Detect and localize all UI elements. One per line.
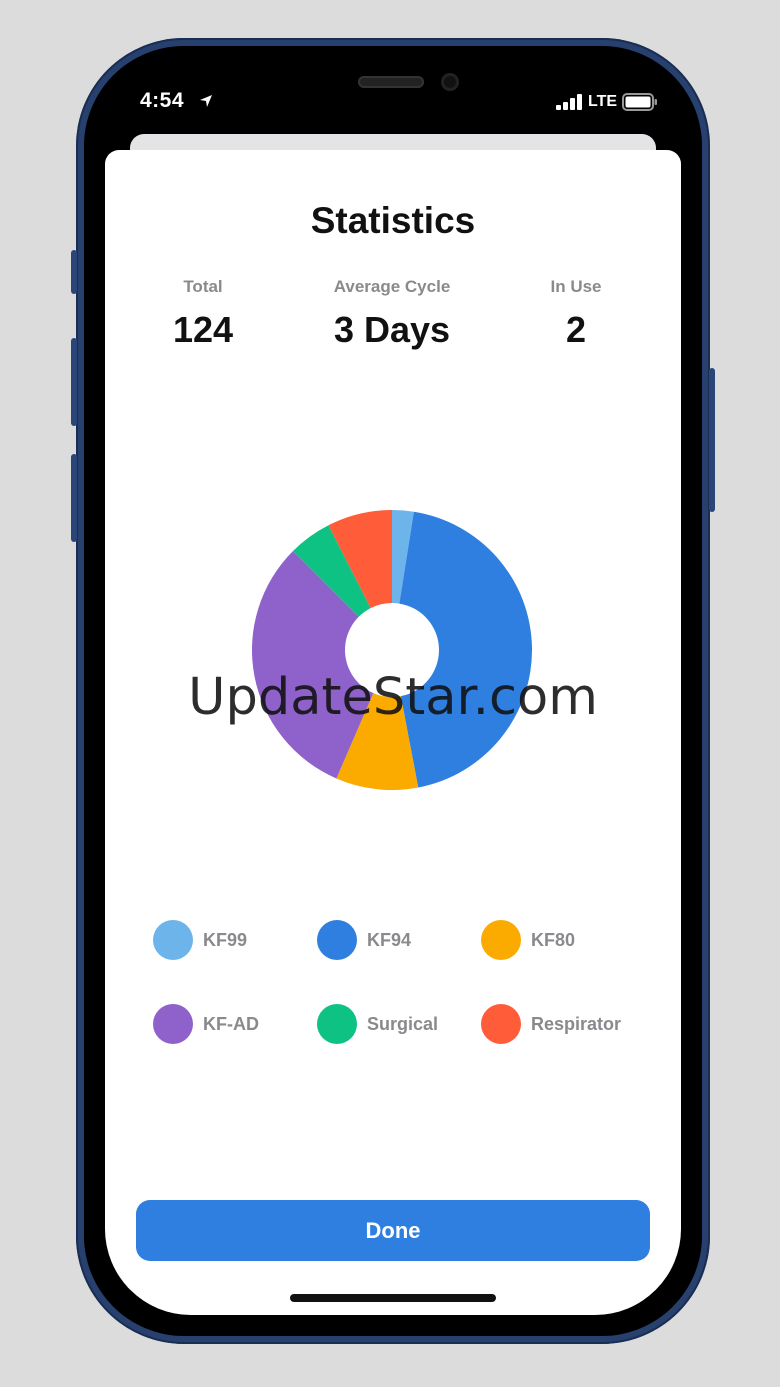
network-type-label: LTE	[588, 93, 618, 110]
pie-slice-kf94	[399, 511, 532, 788]
statistics-sheet: Statistics Total 124 Average Cycle 3 Day…	[105, 150, 681, 1315]
side-button-volume-down	[71, 454, 77, 542]
done-button[interactable]: Done	[136, 1200, 650, 1261]
side-button-power	[709, 368, 715, 512]
status-time: 4:54	[140, 89, 185, 112]
front-camera	[441, 73, 459, 91]
legend-swatch	[317, 1004, 357, 1044]
side-button-volume-up	[71, 338, 77, 426]
watermark-text: UpdateStar.com	[188, 668, 598, 727]
legend-label: KF80	[531, 930, 576, 950]
legend-swatch	[153, 920, 193, 960]
legend-swatch	[317, 920, 357, 960]
side-button-mute	[71, 250, 77, 294]
battery-icon	[622, 93, 657, 111]
legend-swatch	[481, 920, 521, 960]
donut-chart	[251, 510, 532, 790]
legend-swatch	[481, 1004, 521, 1044]
legend-swatch	[153, 1004, 193, 1044]
legend-label: KF94	[367, 930, 412, 950]
speaker-grille	[358, 76, 424, 88]
location-arrow-icon	[200, 95, 212, 107]
legend-label: KF99	[203, 930, 248, 950]
legend-label: KF-AD	[203, 1014, 259, 1034]
legend-label: Surgical	[367, 1014, 439, 1034]
home-indicator[interactable]	[290, 1294, 496, 1302]
signal-bars-icon	[556, 94, 582, 110]
legend-label: Respirator	[531, 1014, 622, 1034]
